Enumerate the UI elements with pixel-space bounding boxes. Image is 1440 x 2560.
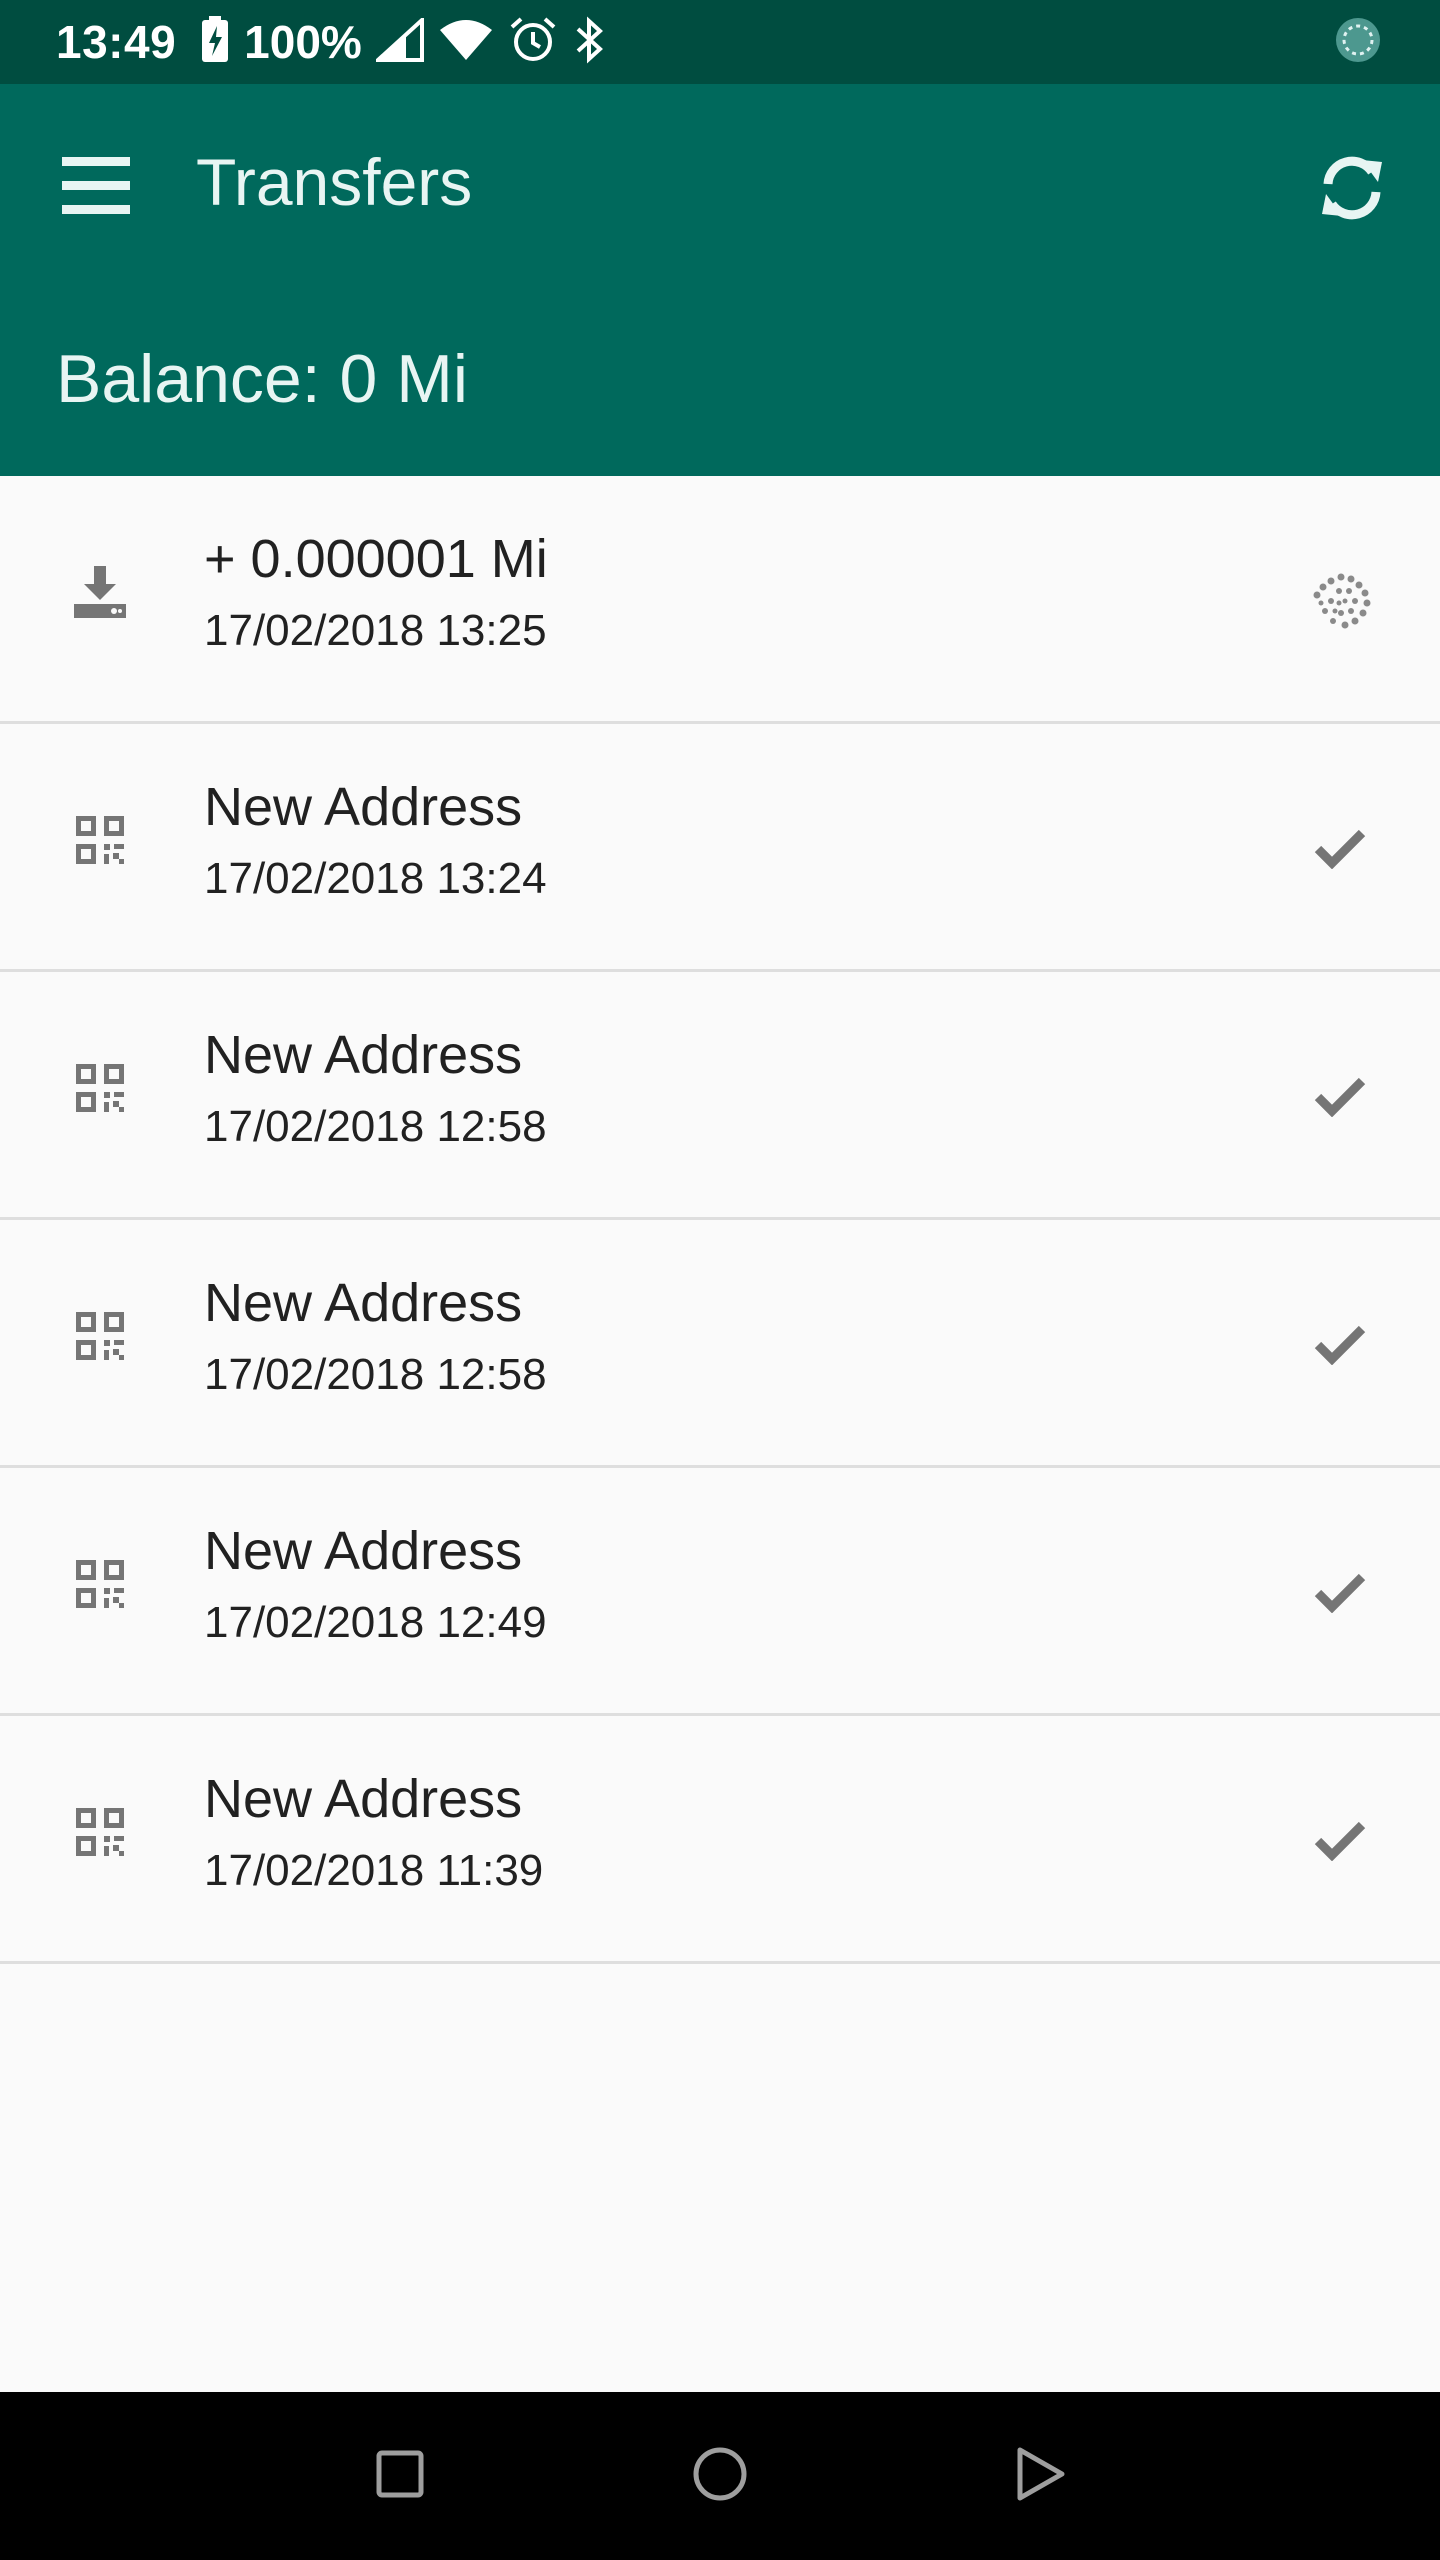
page-title: Transfers: [196, 145, 473, 219]
battery-charging-icon: [200, 15, 230, 69]
qr-code-icon: [68, 1552, 132, 1616]
status-icons: 100%: [200, 14, 608, 70]
transfer-row[interactable]: New Address 17/02/2018 12:49: [0, 1468, 1440, 1716]
toolbar: Transfers: [0, 84, 1440, 280]
status-bar: 13:49 100%: [0, 0, 1440, 84]
transfer-title: New Address: [204, 777, 523, 837]
recents-square-icon: [375, 2449, 425, 2504]
check-icon: [1300, 808, 1380, 888]
transfer-row[interactable]: New Address 17/02/2018 12:58: [0, 972, 1440, 1220]
home-button[interactable]: [660, 2416, 780, 2536]
transfers-list: + 0.000001 Mi 17/02/2018 13:25 New Addre…: [0, 476, 1440, 1964]
recents-button[interactable]: [340, 2416, 460, 2536]
qr-code-icon: [68, 1056, 132, 1120]
transfer-time: 17/02/2018 11:39: [204, 1846, 544, 1895]
transfer-title: + 0.000001 Mi: [204, 529, 548, 589]
check-icon: [1300, 1552, 1380, 1632]
receive-download-icon: [68, 560, 132, 624]
transfer-row[interactable]: + 0.000001 Mi 17/02/2018 13:25: [0, 476, 1440, 724]
refresh-button[interactable]: [1296, 134, 1408, 246]
transfer-title: New Address: [204, 1769, 523, 1829]
home-circle-icon: [691, 2445, 749, 2508]
back-button[interactable]: [980, 2416, 1100, 2536]
menu-button[interactable]: [40, 138, 152, 238]
signal-icon: [372, 14, 424, 67]
transfer-time: 17/02/2018 12:58: [204, 1350, 547, 1399]
transfer-title: New Address: [204, 1273, 523, 1333]
sync-loading-icon: [1332, 14, 1384, 71]
transfer-time: 17/02/2018 12:58: [204, 1102, 547, 1151]
status-time: 13:49: [56, 16, 177, 68]
back-triangle-icon: [1014, 2446, 1066, 2507]
transfer-row[interactable]: New Address 17/02/2018 11:39: [0, 1716, 1440, 1964]
alarm-icon: [508, 15, 558, 70]
iota-pending-icon: [1300, 560, 1380, 640]
transfer-row[interactable]: New Address 17/02/2018 12:58: [0, 1220, 1440, 1468]
check-icon: [1300, 1304, 1380, 1384]
check-icon: [1300, 1800, 1380, 1880]
transfer-title: New Address: [204, 1521, 523, 1581]
transfer-time: 17/02/2018 12:49: [204, 1598, 547, 1647]
bluetooth-icon: [572, 15, 608, 70]
wifi-icon: [438, 18, 494, 67]
transfer-time: 17/02/2018 13:25: [204, 606, 547, 655]
status-right: [1332, 14, 1384, 71]
qr-code-icon: [68, 1304, 132, 1368]
transfer-row[interactable]: New Address 17/02/2018 13:24: [0, 724, 1440, 972]
qr-code-icon: [68, 808, 132, 872]
battery-percent: 100%: [244, 16, 362, 68]
balance-label: Balance: 0 Mi: [56, 341, 468, 417]
app-bar: Transfers Balance: 0 Mi: [0, 84, 1440, 476]
check-icon: [1300, 1056, 1380, 1136]
navigation-bar: [0, 2392, 1440, 2560]
qr-code-icon: [68, 1800, 132, 1864]
menu-icon: [62, 156, 130, 220]
transfer-title: New Address: [204, 1025, 523, 1085]
refresh-icon: [1316, 152, 1388, 229]
transfer-time: 17/02/2018 13:24: [204, 854, 547, 903]
